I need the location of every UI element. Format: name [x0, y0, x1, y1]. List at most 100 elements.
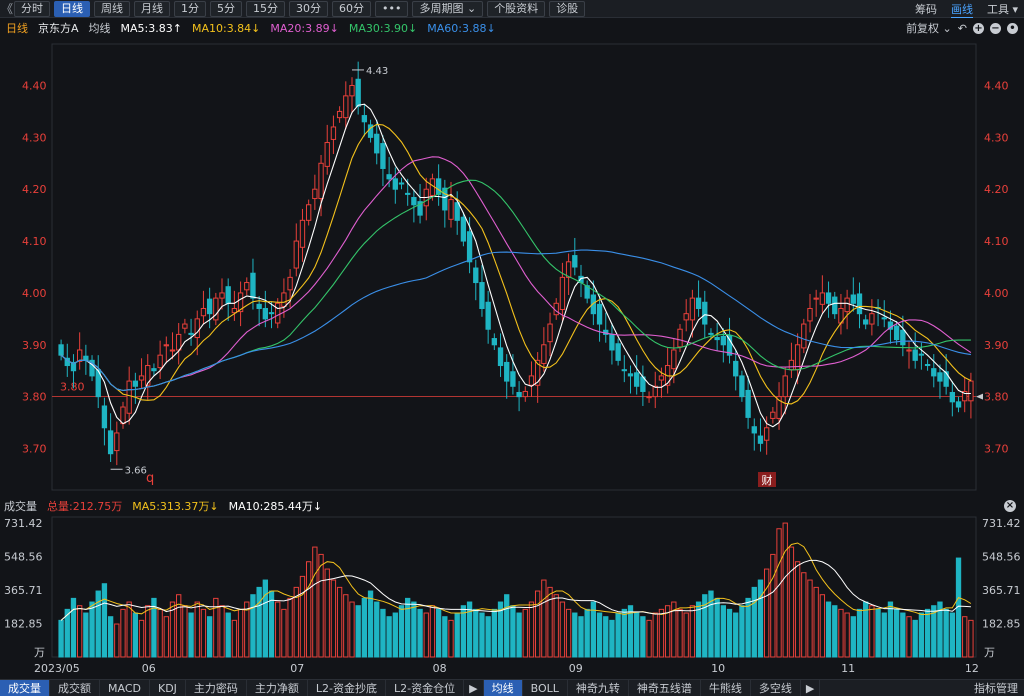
period-tab[interactable]: 60分 — [332, 1, 371, 17]
indicator-tab[interactable]: 成交量 — [0, 679, 50, 696]
candle — [832, 291, 838, 319]
avg-label[interactable]: 均线 — [89, 20, 111, 36]
volume-bar — [968, 619, 974, 658]
candle — [157, 340, 163, 380]
indicator-tab[interactable]: MACD — [100, 679, 150, 696]
volume-bar — [120, 608, 126, 658]
indicator-tab[interactable]: 多空线 — [751, 679, 801, 696]
price-tick-left: 4.10 — [22, 235, 47, 248]
candle — [491, 333, 498, 350]
candle — [962, 376, 968, 413]
candle-body — [268, 312, 275, 315]
price-tick-left: 3.70 — [22, 443, 47, 456]
volume-bar — [312, 546, 318, 658]
candle — [448, 181, 454, 228]
candle-body — [918, 353, 925, 356]
volume-bar — [559, 601, 566, 658]
candle-body — [720, 335, 727, 346]
indicator-tab[interactable]: L2-资金抄底 — [308, 679, 387, 696]
zoom-in-icon[interactable]: + — [973, 22, 984, 34]
indicator-manage-button[interactable]: 指标管理 — [974, 680, 1018, 696]
price-tick-left: 3.80 — [22, 391, 47, 404]
period-tab[interactable]: 15分 — [246, 1, 285, 17]
volume-bar — [380, 608, 386, 658]
candle-body — [256, 303, 262, 309]
candle-body — [572, 255, 578, 268]
zoom-out-icon[interactable]: − — [990, 22, 1001, 34]
candle — [504, 354, 510, 399]
period-tab[interactable]: 日线 — [54, 1, 90, 17]
candle — [324, 124, 330, 175]
period-tab[interactable]: 分时 — [14, 1, 50, 17]
indicator-tab[interactable]: 主力净额 — [247, 679, 308, 696]
candle-body — [745, 389, 751, 418]
candle-body — [343, 95, 349, 119]
volume-bar — [89, 601, 95, 658]
period-tab[interactable]: 1分 — [174, 1, 206, 17]
indicator-tab[interactable]: KDJ — [150, 679, 186, 696]
candle — [714, 323, 720, 352]
volume-bar — [609, 619, 615, 658]
candle — [392, 167, 398, 204]
candle — [559, 262, 566, 321]
stock-info-button[interactable]: 个股资料 — [487, 1, 546, 17]
candle-body — [361, 115, 368, 123]
period-tab[interactable]: 月线 — [134, 1, 170, 17]
current-price-pointer — [976, 393, 983, 400]
volume-bar — [219, 605, 225, 658]
chips-button[interactable]: 筹码 — [915, 1, 937, 17]
indicator-tab[interactable]: 牛熊线 — [701, 679, 751, 696]
volume-bar — [473, 608, 479, 658]
candle — [955, 396, 962, 413]
period-tab[interactable]: 周线 — [94, 1, 130, 17]
scroll-tabs-icon[interactable]: ▶ — [464, 679, 484, 696]
undo-icon[interactable]: ↶ — [958, 22, 967, 35]
indicator-tab[interactable]: BOLL — [523, 679, 568, 696]
candle — [343, 81, 349, 130]
collapse-icon[interactable]: 《 — [0, 0, 14, 18]
candle-body — [547, 323, 553, 343]
multi-period-select[interactable]: 多周期图 ⌄ — [412, 1, 484, 17]
close-volume-icon[interactable]: × — [1004, 500, 1016, 512]
volume-bar — [516, 612, 522, 658]
volume-bar — [813, 586, 819, 658]
candle — [380, 135, 386, 187]
more-button[interactable]: ••• — [375, 1, 409, 17]
candle-body — [120, 406, 126, 425]
indicator-tab[interactable]: L2-资金仓位 — [386, 679, 465, 696]
volume-bar — [528, 601, 535, 658]
indicator-tab[interactable]: 主力密码 — [186, 679, 247, 696]
chart-canvas[interactable]: 4.40 4.40 4.30 4.30 4.20 4.20 4.10 4.10 4.00 4.00… — [0, 0, 1024, 696]
diagnose-button[interactable]: 诊股 — [549, 1, 586, 17]
scroll-tabs-icon[interactable]: ▶ — [801, 679, 821, 696]
period-tab[interactable]: 30分 — [289, 1, 328, 17]
volume-bar — [887, 601, 894, 658]
candle-body — [281, 292, 287, 307]
volume-bar — [454, 612, 460, 658]
indicator-tab[interactable]: 神奇五线谱 — [629, 679, 701, 696]
candle-body — [634, 372, 640, 387]
candle-body — [621, 369, 627, 372]
volume-bar — [435, 608, 442, 658]
candle — [807, 293, 813, 333]
ma20-value: MA20:3.89↓ — [270, 21, 339, 35]
candle-body — [182, 323, 188, 329]
adjust-select[interactable]: 前复权 ⌄ — [906, 20, 952, 36]
volume-bar — [751, 586, 757, 658]
candle-body — [541, 344, 547, 364]
volume-bar — [949, 612, 956, 658]
indicator-tab[interactable]: 神奇九转 — [568, 679, 629, 696]
tools-menu[interactable]: 工具 ▾ — [987, 1, 1018, 17]
ma60-value: MA60:3.88↓ — [427, 21, 496, 35]
draw-button[interactable]: 画线 — [950, 1, 973, 18]
candle — [664, 347, 671, 394]
volume-bar — [943, 608, 949, 658]
volume-bar — [733, 612, 739, 658]
settings-icon[interactable]: • — [1007, 22, 1018, 34]
period-tab[interactable]: 5分 — [210, 1, 242, 17]
indicator-tab[interactable]: 成交额 — [50, 679, 100, 696]
price-tick-right: 4.00 — [984, 287, 1009, 300]
volume-title[interactable]: 成交量 — [4, 498, 37, 514]
indicator-tab[interactable]: 均线 — [483, 679, 523, 696]
candle-body — [194, 318, 200, 339]
